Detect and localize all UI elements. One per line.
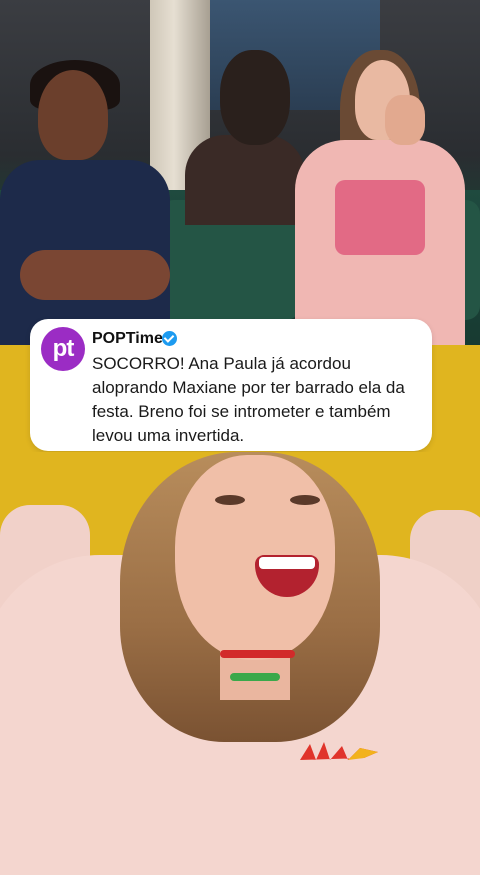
avatar-text: pt bbox=[52, 335, 75, 362]
eye-left bbox=[215, 495, 245, 505]
tweet-text: SOCORRO! Ana Paula já acordou aloprando … bbox=[92, 354, 405, 445]
person-left-arm bbox=[20, 250, 170, 300]
verified-badge-icon bbox=[162, 331, 177, 346]
person-right-top bbox=[335, 180, 425, 255]
top-photo bbox=[0, 0, 480, 345]
eye-right bbox=[290, 495, 320, 505]
person-middle-head bbox=[220, 50, 290, 145]
person-right-hand bbox=[385, 95, 425, 145]
green-necklace bbox=[230, 673, 280, 681]
person-left-head bbox=[38, 70, 108, 160]
tweet-card[interactable]: pt POPTime SOCORRO! Ana Paula já acordou… bbox=[30, 319, 432, 451]
account-name[interactable]: POPTime bbox=[92, 330, 163, 348]
account-avatar[interactable]: pt bbox=[41, 327, 85, 371]
person-middle-body bbox=[185, 135, 305, 225]
teeth bbox=[259, 557, 315, 569]
red-necklace bbox=[220, 650, 295, 658]
shirt-logo-icon bbox=[300, 742, 378, 760]
